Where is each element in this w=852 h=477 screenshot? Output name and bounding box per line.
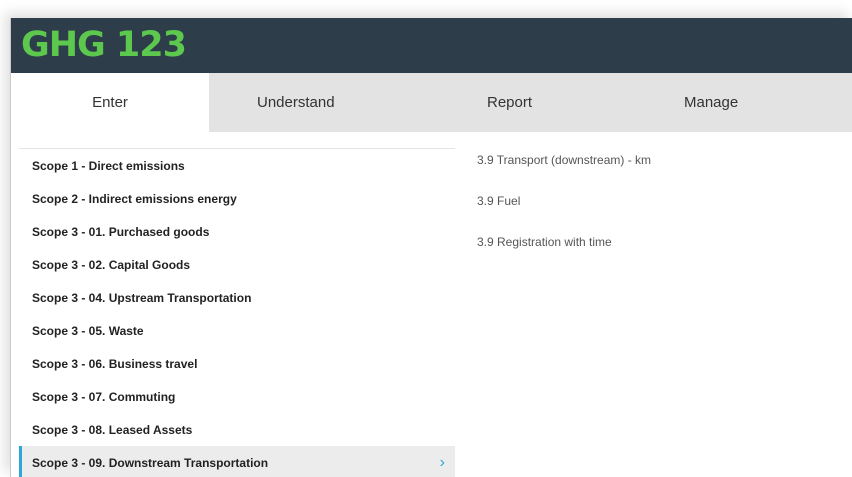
scope-item-3-02-capital-goods[interactable]: Scope 3 - 02. Capital Goods [19,248,455,281]
chevron-right-icon: › [439,454,445,471]
app-header: GHG 123 [11,18,852,73]
subitem-transport-downstream-km[interactable]: 3.9 Transport (downstream) - km [477,150,651,191]
scope-item-label: Scope 3 - 09. Downstream Transportation [32,456,269,470]
scope-item-3-05-waste[interactable]: Scope 3 - 05. Waste [19,314,455,347]
main-tab-bar: Enter Understand Report Manage [11,73,852,132]
tab-understand[interactable]: Understand [257,73,335,132]
app-window: GHG 123 Enter Understand Report Manage S… [10,18,852,477]
scope-item-3-07-commuting[interactable]: Scope 3 - 07. Commuting [19,380,455,413]
scope-item-2-indirect-energy[interactable]: Scope 2 - Indirect emissions energy [19,182,455,215]
tab-report[interactable]: Report [487,73,532,132]
scope-item-3-01-purchased-goods[interactable]: Scope 3 - 01. Purchased goods [19,215,455,248]
scope-item-3-08-leased-assets[interactable]: Scope 3 - 08. Leased Assets [19,413,455,446]
scope-item-3-06-business-travel[interactable]: Scope 3 - 06. Business travel [19,347,455,380]
tab-enter[interactable]: Enter [11,73,209,132]
scope-item-3-04-upstream-transportation[interactable]: Scope 3 - 04. Upstream Transportation [19,281,455,314]
scope-item-3-09-downstream-transportation[interactable]: Scope 3 - 09. Downstream Transportation … [19,446,455,477]
scope-item-1-direct-emissions[interactable]: Scope 1 - Direct emissions [19,149,455,182]
subitem-registration-with-time[interactable]: 3.9 Registration with time [477,232,651,273]
app-logo[interactable]: GHG 123 [21,23,187,67]
subcategory-list: 3.9 Transport (downstream) - km 3.9 Fuel… [477,150,651,273]
tab-manage[interactable]: Manage [684,73,738,132]
scope-list: Scope 1 - Direct emissions Scope 2 - Ind… [19,148,455,477]
subitem-fuel[interactable]: 3.9 Fuel [477,191,651,232]
